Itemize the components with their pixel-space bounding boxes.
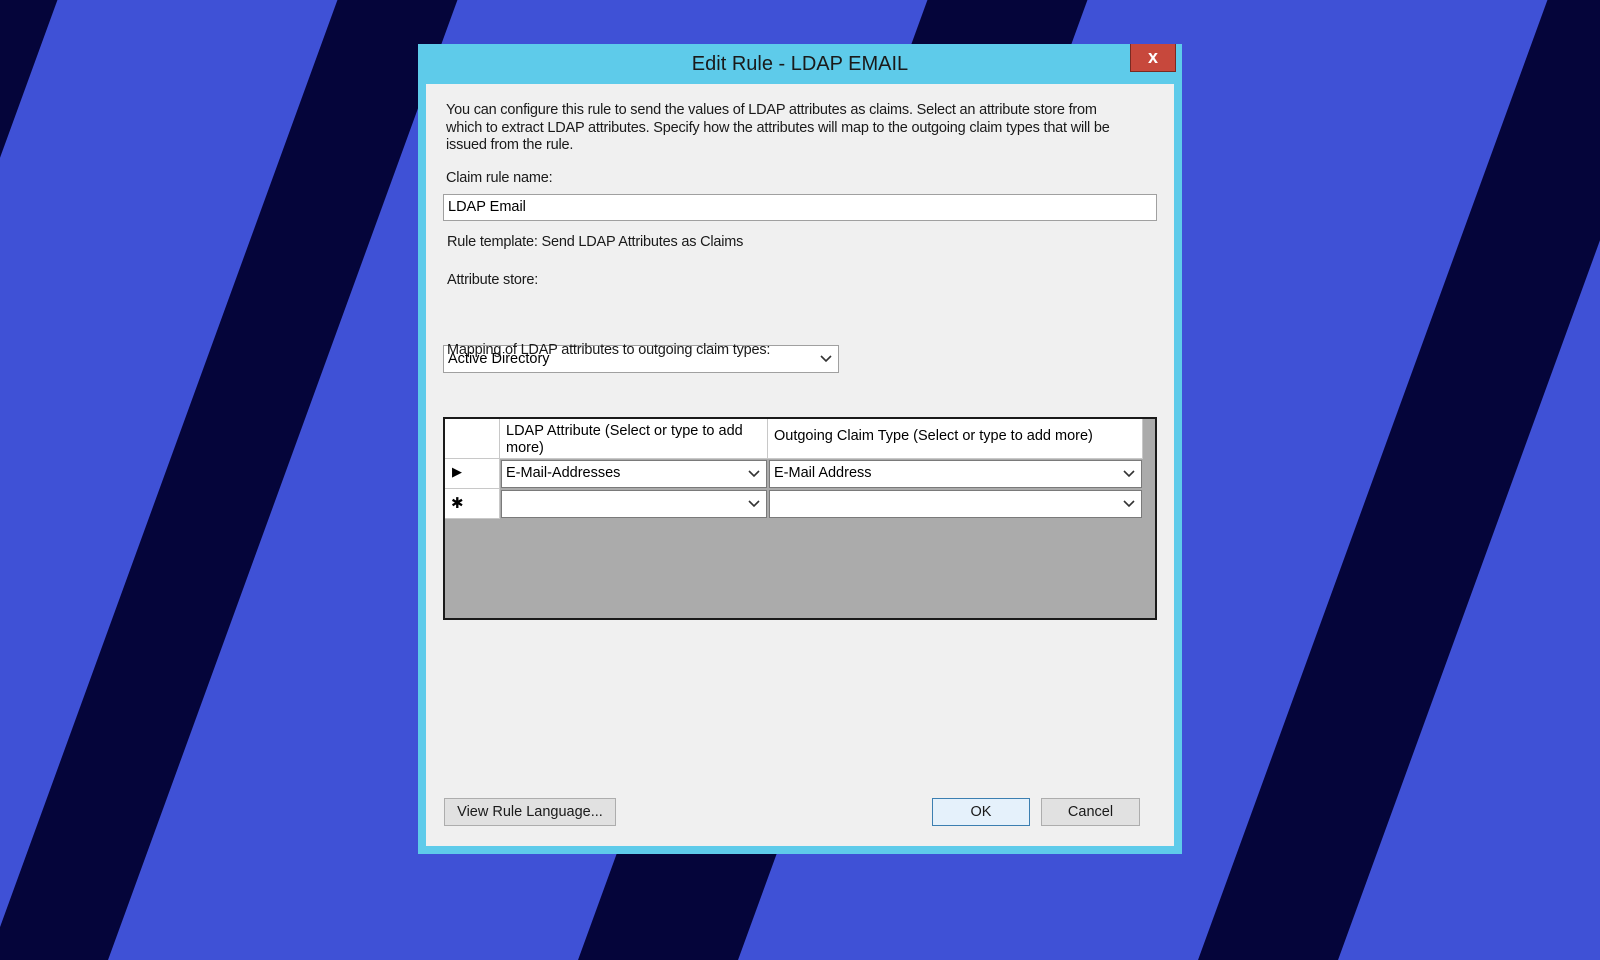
cancel-button[interactable]: Cancel <box>1041 798 1140 826</box>
attribute-store-label: Attribute store: <box>447 272 539 288</box>
chevron-down-icon <box>1123 500 1135 508</box>
chevron-down-icon <box>820 355 832 363</box>
background-stripe <box>1198 0 1600 960</box>
dialog-body: You can configure this rule to send the … <box>426 84 1174 846</box>
grid-corner-header <box>445 419 500 459</box>
mapping-label: Mapping of LDAP attributes to outgoing c… <box>447 342 771 358</box>
rule-template-text: Rule template: Send LDAP Attributes as C… <box>447 234 744 250</box>
dialog-title: Edit Rule - LDAP EMAIL <box>691 53 909 75</box>
claim-type-select[interactable]: E-Mail Address <box>769 460 1142 488</box>
claim-type-select-new[interactable] <box>769 490 1142 518</box>
close-button[interactable]: x <box>1130 44 1176 72</box>
mapping-grid: LDAP Attribute (Select or type to add mo… <box>443 417 1157 620</box>
rule-description: You can configure this rule to send the … <box>446 102 1110 153</box>
background-stripe <box>0 0 472 960</box>
ldap-attribute-value: E-Mail-Addresses <box>506 465 621 481</box>
new-row-header[interactable]: ✱ <box>445 489 500 519</box>
ldap-attribute-select[interactable]: E-Mail-Addresses <box>501 460 767 488</box>
view-rule-language-button[interactable]: View Rule Language... <box>444 798 616 826</box>
new-row-icon: ✱ <box>451 495 464 512</box>
chevron-down-icon <box>1123 470 1135 478</box>
column-header-ldap-attribute[interactable]: LDAP Attribute (Select or type to add mo… <box>500 419 768 459</box>
row-header[interactable]: ▶ <box>445 459 500 489</box>
column-header-outgoing-claim-type[interactable]: Outgoing Claim Type (Select or type to a… <box>768 419 1143 459</box>
claim-rule-name-input[interactable]: LDAP Email <box>443 194 1157 221</box>
chevron-down-icon <box>748 500 760 508</box>
ok-button[interactable]: OK <box>932 798 1030 826</box>
edit-rule-dialog: Edit Rule - LDAP EMAIL x You can configu… <box>418 44 1182 854</box>
claim-rule-name-label: Claim rule name: <box>446 170 553 186</box>
ldap-attribute-select-new[interactable] <box>501 490 767 518</box>
chevron-down-icon <box>748 470 760 478</box>
claim-type-value: E-Mail Address <box>774 465 872 481</box>
current-row-icon: ▶ <box>452 464 462 479</box>
close-icon: x <box>1147 47 1158 67</box>
